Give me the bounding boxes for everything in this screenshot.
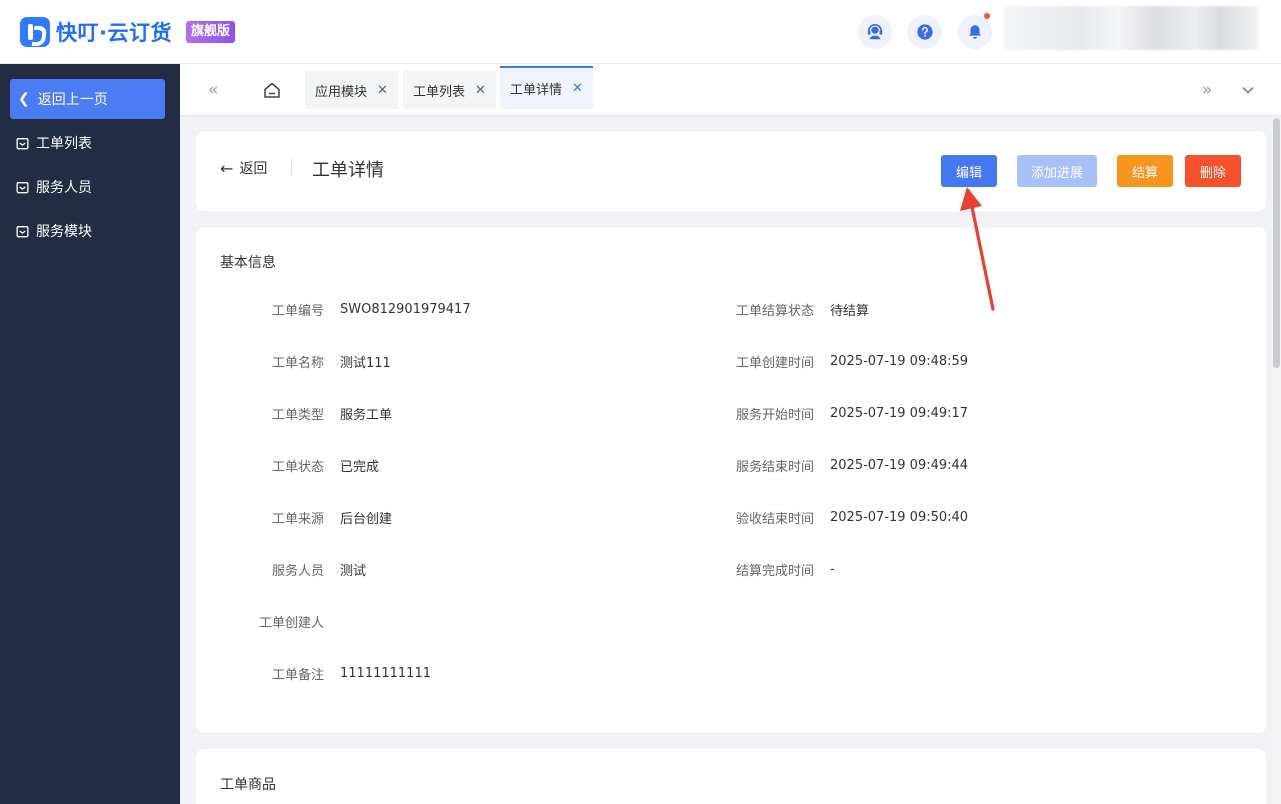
close-icon[interactable]: ✕	[572, 81, 583, 96]
page-title: 工单详情	[312, 160, 384, 181]
field-value: 11111111111	[340, 665, 431, 681]
calendar-icon	[16, 181, 29, 193]
sidebar-back-label: 返回上一页	[37, 92, 108, 108]
info-row: 工单编号 SWO812901979417	[196, 300, 471, 319]
close-icon[interactable]: ✕	[475, 83, 486, 98]
top-header: 快叮·云订货 旗舰版	[0, 0, 1281, 64]
field-label: 工单创建人	[258, 615, 324, 631]
chevron-down-icon[interactable]	[1241, 83, 1255, 97]
sidebar: ❮ 返回上一页 工单列表 服务人员 服务模块	[0, 64, 180, 804]
field-value: SWO812901979417	[340, 301, 471, 317]
close-icon[interactable]: ✕	[377, 83, 388, 98]
field-label: 工单备注	[271, 667, 324, 683]
field-label: 服务人员	[271, 563, 324, 579]
info-row: 工单创建人	[196, 612, 340, 631]
field-label: 工单创建时间	[735, 355, 814, 371]
field-value: 服务工单	[340, 407, 393, 423]
user-info-blurred[interactable]	[1003, 6, 1259, 50]
sidebar-item-service-staff[interactable]: 服务人员	[16, 176, 92, 198]
field-label: 服务开始时间	[735, 407, 814, 423]
logo-mark-icon	[20, 17, 50, 47]
section-title: 基本信息	[220, 255, 276, 271]
field-value: 已完成	[340, 459, 380, 475]
tab-work-order-list[interactable]: 工单列表 ✕	[403, 71, 496, 109]
field-label: 工单状态	[271, 459, 324, 475]
app-name: 快叮·云订货	[56, 21, 172, 45]
field-label: 工单名称	[271, 355, 324, 371]
field-value: 测试111	[340, 355, 391, 371]
edit-button[interactable]: 编辑	[941, 155, 997, 187]
delete-button[interactable]: 删除	[1185, 155, 1241, 187]
field-value: 待结算	[830, 303, 870, 319]
tab-label: 工单列表	[413, 84, 466, 100]
headset-icon	[867, 23, 883, 40]
app-logo[interactable]: 快叮·云订货 旗舰版	[20, 17, 235, 47]
home-tab-icon[interactable]	[262, 80, 282, 100]
divider	[291, 159, 292, 175]
field-label: 工单结算状态	[735, 303, 814, 319]
chevron-left-icon: ❮	[18, 91, 30, 107]
customer-service-button[interactable]	[858, 15, 892, 49]
field-label: 工单编号	[271, 303, 324, 319]
edition-badge: 旗舰版	[185, 21, 235, 43]
sidebar-item-label: 服务模块	[36, 224, 92, 240]
sidebar-back-button[interactable]: ❮ 返回上一页	[10, 79, 165, 119]
info-row: 工单类型 服务工单	[196, 404, 393, 423]
info-row: 工单备注 11111111111	[196, 664, 431, 683]
info-row: 服务人员 测试	[196, 560, 367, 579]
info-row: 工单结算状态 待结算	[694, 300, 870, 319]
info-row: 验收结束时间 2025-07-19 09:50:40	[694, 508, 969, 527]
tab-app-module[interactable]: 应用模块 ✕	[305, 71, 398, 109]
add-progress-button[interactable]: 添加进展	[1017, 155, 1097, 187]
sidebar-item-label: 服务人员	[36, 180, 92, 196]
page-header-card: ← 返回 工单详情 编辑 添加进展 结算 删除	[196, 131, 1266, 211]
sidebar-item-label: 工单列表	[36, 136, 92, 152]
bell-icon	[969, 25, 981, 39]
notification-button[interactable]	[958, 13, 992, 49]
field-label: 工单类型	[271, 407, 324, 423]
field-value: 后台创建	[340, 511, 393, 527]
info-row: 服务开始时间 2025-07-19 09:49:17	[694, 404, 969, 423]
field-label: 验收结束时间	[735, 511, 814, 527]
info-row: 结算完成时间 -	[694, 560, 835, 579]
tab-label: 应用模块	[315, 84, 368, 100]
field-value: 2025-07-19 09:49:17	[830, 405, 969, 421]
settle-button[interactable]: 结算	[1117, 155, 1173, 187]
sidebar-item-service-module[interactable]: 服务模块	[16, 220, 92, 242]
field-value: 2025-07-19 09:48:59	[830, 353, 969, 369]
field-value: 测试	[340, 563, 367, 579]
section-title: 工单商品	[220, 777, 276, 793]
field-label: 结算完成时间	[735, 563, 814, 579]
sidebar-item-work-order-list[interactable]: 工单列表	[16, 132, 92, 154]
calendar-icon	[16, 225, 29, 237]
arrow-left-icon: ←	[220, 158, 234, 178]
info-row: 服务结束时间 2025-07-19 09:49:44	[694, 456, 969, 475]
notification-dot	[984, 13, 990, 19]
help-button[interactable]	[908, 15, 942, 49]
tab-label: 工单详情	[510, 83, 563, 98]
basic-info-card: 基本信息 工单编号 SWO812901979417 工单名称 测试111 工单类…	[196, 227, 1266, 733]
info-row: 工单状态 已完成	[196, 456, 380, 475]
tabs-bar: « 应用模块 ✕ 工单列表 ✕ 工单详情 ✕ »	[180, 64, 1281, 116]
tabs-scroll-left-icon[interactable]: «	[208, 80, 218, 100]
field-value: -	[830, 561, 835, 577]
calendar-icon	[16, 137, 29, 149]
tab-work-order-detail[interactable]: 工单详情 ✕	[500, 66, 593, 109]
back-link[interactable]: ← 返回	[220, 158, 267, 178]
field-value: 2025-07-19 09:50:40	[830, 509, 969, 525]
info-row: 工单名称 测试111	[196, 352, 391, 371]
info-row: 工单来源 后台创建	[196, 508, 393, 527]
question-icon	[917, 24, 933, 40]
scrollbar-thumb[interactable]	[1273, 118, 1280, 368]
goods-card: 工单商品	[196, 749, 1266, 804]
info-row: 工单创建时间 2025-07-19 09:48:59	[694, 352, 969, 371]
field-label: 工单来源	[271, 511, 324, 527]
back-label: 返回	[239, 161, 268, 177]
field-value: 2025-07-19 09:49:44	[830, 457, 969, 473]
field-label: 服务结束时间	[735, 459, 814, 475]
tabs-scroll-right-icon[interactable]: »	[1202, 80, 1212, 100]
